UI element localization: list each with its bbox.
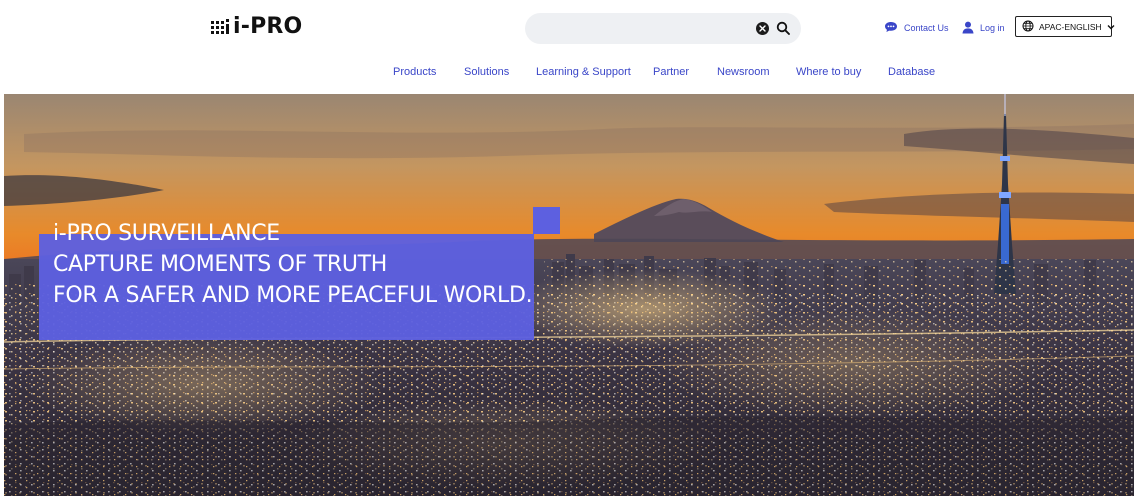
- search-icon[interactable]: [776, 21, 791, 36]
- globe-icon: [1022, 20, 1034, 34]
- nav-item-learning-support[interactable]: Learning & Support: [536, 66, 631, 78]
- clear-circle-icon[interactable]: [756, 22, 769, 35]
- logo-text: i-PRO: [233, 14, 303, 39]
- headline-accent-square: [533, 207, 560, 234]
- chat-bubble-icon: [884, 21, 898, 35]
- nav-item-partner[interactable]: Partner: [653, 66, 689, 78]
- nav-item-newsroom[interactable]: Newsroom: [717, 66, 770, 78]
- nav-item-where-to-buy[interactable]: Where to buy: [796, 66, 861, 78]
- chevron-down-icon: [1107, 22, 1115, 32]
- hero-banner: i-PRO SURVEILLANCE CAPTURE MOMENTS OF TR…: [4, 94, 1134, 496]
- headline-line-3: FOR A SAFER AND MORE PEACEFUL WORLD.: [53, 283, 533, 308]
- nav-item-products[interactable]: Products: [393, 66, 436, 78]
- hero-headline: i-PRO SURVEILLANCE CAPTURE MOMENTS OF TR…: [53, 218, 533, 311]
- login-link[interactable]: Log in: [962, 18, 1005, 38]
- nav-item-database[interactable]: Database: [888, 66, 935, 78]
- search-input[interactable]: [539, 19, 749, 38]
- contact-us-label: Contact Us: [904, 23, 949, 33]
- site-logo[interactable]: i-PRO: [211, 14, 302, 40]
- nav-item-solutions[interactable]: Solutions: [464, 66, 509, 78]
- login-label: Log in: [980, 23, 1005, 33]
- dot-grid-icon: [211, 18, 231, 36]
- headline-line-2: CAPTURE MOMENTS OF TRUTH: [53, 252, 388, 277]
- search-bar: [525, 13, 801, 44]
- language-label: APAC-ENGLISH: [1039, 21, 1102, 32]
- language-selector[interactable]: APAC-ENGLISH: [1015, 16, 1115, 37]
- page: i-PRO Contact Us Log in APAC-ENGLISH Pro…: [0, 0, 1138, 500]
- user-icon: [962, 21, 974, 36]
- contact-us-link[interactable]: Contact Us: [884, 18, 949, 38]
- headline-line-1: i-PRO SURVEILLANCE: [53, 221, 280, 246]
- main-nav: Products Solutions Learning & Support Pa…: [0, 64, 1138, 84]
